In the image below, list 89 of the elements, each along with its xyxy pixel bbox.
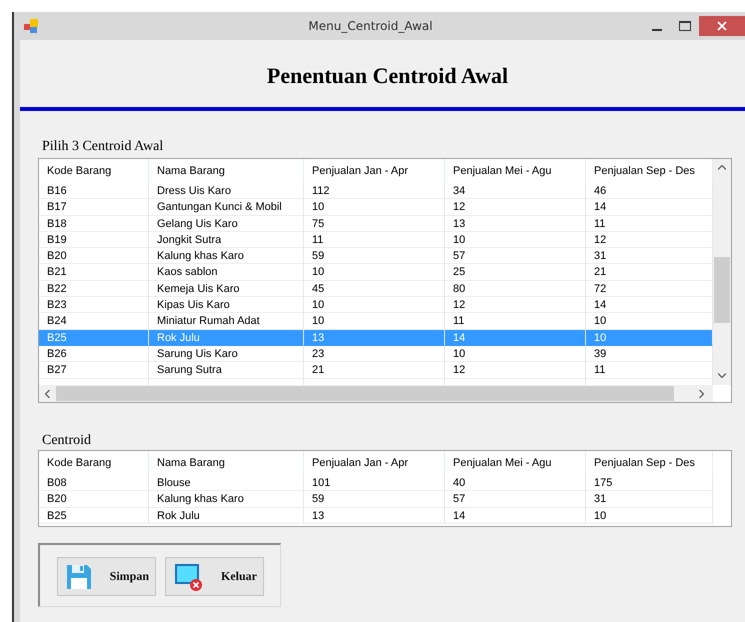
- scroll-left-icon[interactable]: [45, 390, 50, 398]
- table-cell: Jongkit Sutra: [149, 232, 304, 248]
- column-header[interactable]: Penjualan Mei - Agu: [445, 159, 586, 183]
- table-cell: Rok Julu: [149, 508, 304, 524]
- table-cell: B17: [39, 199, 149, 216]
- scroll-right-icon[interactable]: [699, 390, 704, 398]
- column-header[interactable]: Kode Barang: [39, 159, 149, 183]
- maximize-icon: [679, 21, 691, 31]
- table-cell: Kalung khas Karo: [149, 491, 304, 508]
- table-cell: Dress Uis Karo: [149, 183, 304, 200]
- exit-button[interactable]: Keluar: [165, 557, 264, 596]
- table-cell: Sarung Sutra: [149, 362, 304, 379]
- table-cell: 14: [445, 330, 586, 346]
- column-header[interactable]: Nama Barang: [149, 451, 304, 475]
- table-cell: 31: [586, 491, 713, 508]
- table-cell: 59: [304, 248, 445, 264]
- column-header[interactable]: Kode Barang: [39, 451, 149, 475]
- horizontal-scrollbar[interactable]: [39, 385, 713, 402]
- vertical-scrollbar[interactable]: [713, 159, 731, 385]
- table-cell: 175: [586, 475, 713, 492]
- table-cell: B18: [39, 216, 149, 232]
- window-title: Menu_Centroid_Awal: [307, 19, 434, 33]
- scroll-down-icon[interactable]: [718, 373, 726, 378]
- app-icon: [24, 19, 38, 33]
- table-cell: 21: [304, 362, 445, 379]
- table-cell: B21: [39, 264, 149, 281]
- table-cell: Sarung Uis Karo: [149, 346, 304, 362]
- table-cell: Blouse: [149, 475, 304, 492]
- table-cell: 10: [586, 330, 713, 346]
- form-heading: Penentuan Centroid Awal: [266, 63, 508, 88]
- column-header[interactable]: Penjualan Sep - Des: [586, 451, 713, 475]
- minimize-icon: [652, 29, 662, 31]
- column-header[interactable]: Penjualan Mei - Agu: [445, 451, 586, 475]
- table-cell: 10: [304, 264, 445, 281]
- column-header[interactable]: Penjualan Jan - Apr: [304, 159, 445, 183]
- table-cell: Kipas Uis Karo: [149, 297, 304, 314]
- table-cell: 25: [445, 264, 586, 281]
- table-cell: B26: [39, 346, 149, 362]
- table-cell: B19: [39, 232, 149, 248]
- table-cell: 34: [445, 183, 586, 200]
- section-label: Centroid: [42, 433, 91, 449]
- table-cell: 40: [445, 475, 586, 492]
- table-cell: 10: [445, 346, 586, 362]
- data-grid[interactable]: [38, 158, 732, 403]
- column-header[interactable]: Penjualan Jan - Apr: [304, 451, 445, 475]
- table-cell: 13: [304, 508, 445, 524]
- table-cell: 80: [445, 280, 586, 298]
- table-cell: 57: [445, 491, 586, 508]
- table-cell: B25: [39, 330, 149, 346]
- column-header[interactable]: Nama Barang: [149, 159, 304, 183]
- table-cell: B27: [39, 362, 149, 379]
- scroll-up-icon[interactable]: [718, 165, 726, 170]
- table-cell: 10: [304, 297, 445, 314]
- table-cell: 13: [304, 330, 445, 346]
- table-cell: B08: [39, 475, 149, 492]
- table-cell: 12: [445, 362, 586, 379]
- close-icon: [717, 21, 727, 31]
- table-cell: 13: [445, 216, 586, 232]
- close-button[interactable]: [699, 16, 745, 36]
- table-cell: 59: [304, 491, 445, 508]
- table-cell: B25: [39, 508, 149, 524]
- data-grid[interactable]: Kode Barang Nama Barang Penjualan Jan - Apr Penjualan Mei - Agu Penjualan Sep - Des B08 Blouse 101 40 175 B20 Kalung khas Karo 59 57 31 B25 Rok Julu 13 14 10: [38, 450, 732, 527]
- table-cell: 12: [445, 199, 586, 216]
- table-cell: 45: [304, 280, 445, 298]
- table-cell: 10: [445, 232, 586, 248]
- table-cell: Kaos sablon: [149, 264, 304, 281]
- table-cell: Kemeja Uis Karo: [149, 280, 304, 298]
- table-cell: B20: [39, 248, 149, 264]
- table-cell: 23: [304, 346, 445, 362]
- table-cell: 12: [445, 297, 586, 314]
- window-close-icon: [174, 562, 204, 592]
- table-cell: 10: [586, 508, 713, 524]
- table-cell: 11: [304, 232, 445, 248]
- table-cell: 57: [445, 248, 586, 264]
- table-cell: 10: [304, 199, 445, 216]
- table-cell: Gelang Uis Karo: [149, 216, 304, 232]
- save-button[interactable]: Simpan: [57, 557, 156, 596]
- table-cell: B20: [39, 491, 149, 508]
- table-cell: B22: [39, 280, 149, 298]
- table-cell: 101: [304, 475, 445, 492]
- table-cell: Rok Julu: [149, 330, 304, 346]
- table-cell: B16: [39, 183, 149, 200]
- table-cell: 112: [304, 183, 445, 200]
- table-cell: B23: [39, 297, 149, 314]
- table-cell: 75: [304, 216, 445, 232]
- table-cell: Kalung khas Karo: [149, 248, 304, 264]
- table-cell: Gantungan Kunci & Mobil: [149, 199, 304, 216]
- table-cell: 14: [445, 508, 586, 524]
- section-label: Pilih 3 Centroid Awal: [42, 139, 164, 155]
